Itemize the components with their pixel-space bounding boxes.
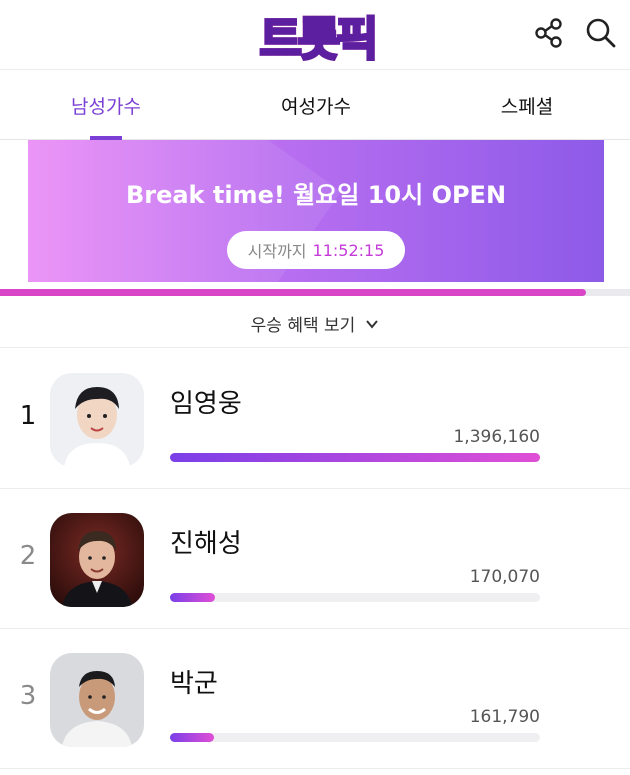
vote-bar-fill (170, 593, 215, 602)
vote-count: 170,070 (469, 567, 540, 587)
ranking-row[interactable]: 2 진해성 170,070 (0, 489, 630, 629)
banner-title: Break time! 월요일 10시 OPEN (125, 181, 507, 209)
vote-bar (170, 593, 540, 602)
singer-avatar (50, 653, 144, 747)
tab-male-singers[interactable]: 남성가수 (64, 92, 148, 119)
vote-bar-fill (170, 453, 540, 462)
category-tabs: 남성가수 여성가수 스페셜 (0, 70, 630, 140)
app-logo[interactable]: 트롯픽 (226, 6, 408, 68)
break-time-banner: Break time! 월요일 10시 OPEN 시작까지 11:52:15 (28, 140, 604, 282)
rank-number: 2 (19, 541, 37, 571)
singer-avatar (50, 373, 144, 467)
vote-count: 161,790 (469, 707, 540, 727)
vote-bar-fill (170, 733, 214, 742)
vote-progress-bar (0, 289, 630, 296)
logo-text: 트롯픽 (226, 6, 408, 68)
ranking-row[interactable]: 3 박군 161,790 (0, 629, 630, 769)
singer-name: 임영웅 (170, 389, 242, 419)
countdown-pill: 시작까지 11:52:15 (227, 231, 405, 269)
share-icon[interactable] (532, 16, 566, 50)
rank-number: 1 (19, 401, 37, 431)
countdown-time: 11:52:15 (312, 240, 385, 260)
singer-name: 진해성 (170, 529, 242, 559)
singer-name: 박군 (170, 669, 218, 699)
countdown-label: 시작까지 (247, 242, 307, 261)
app-header: 트롯픽 (0, 0, 630, 70)
vote-progress-fill (0, 289, 586, 296)
chevron-down-icon (366, 319, 379, 329)
singer-avatar (50, 513, 144, 607)
vote-count: 1,396,160 (453, 427, 540, 447)
search-icon[interactable] (584, 16, 618, 50)
vote-bar (170, 453, 540, 462)
rank-number: 3 (19, 681, 37, 711)
ranking-row[interactable]: 1 임영웅 1,396,160 (0, 349, 630, 489)
winner-benefits-toggle[interactable]: 우승 혜택 보기 (0, 300, 630, 348)
tab-special[interactable]: 스페셜 (495, 92, 559, 119)
vote-bar (170, 733, 540, 742)
benefits-label: 우승 혜택 보기 (250, 316, 356, 336)
tab-female-singers[interactable]: 여성가수 (274, 92, 358, 119)
